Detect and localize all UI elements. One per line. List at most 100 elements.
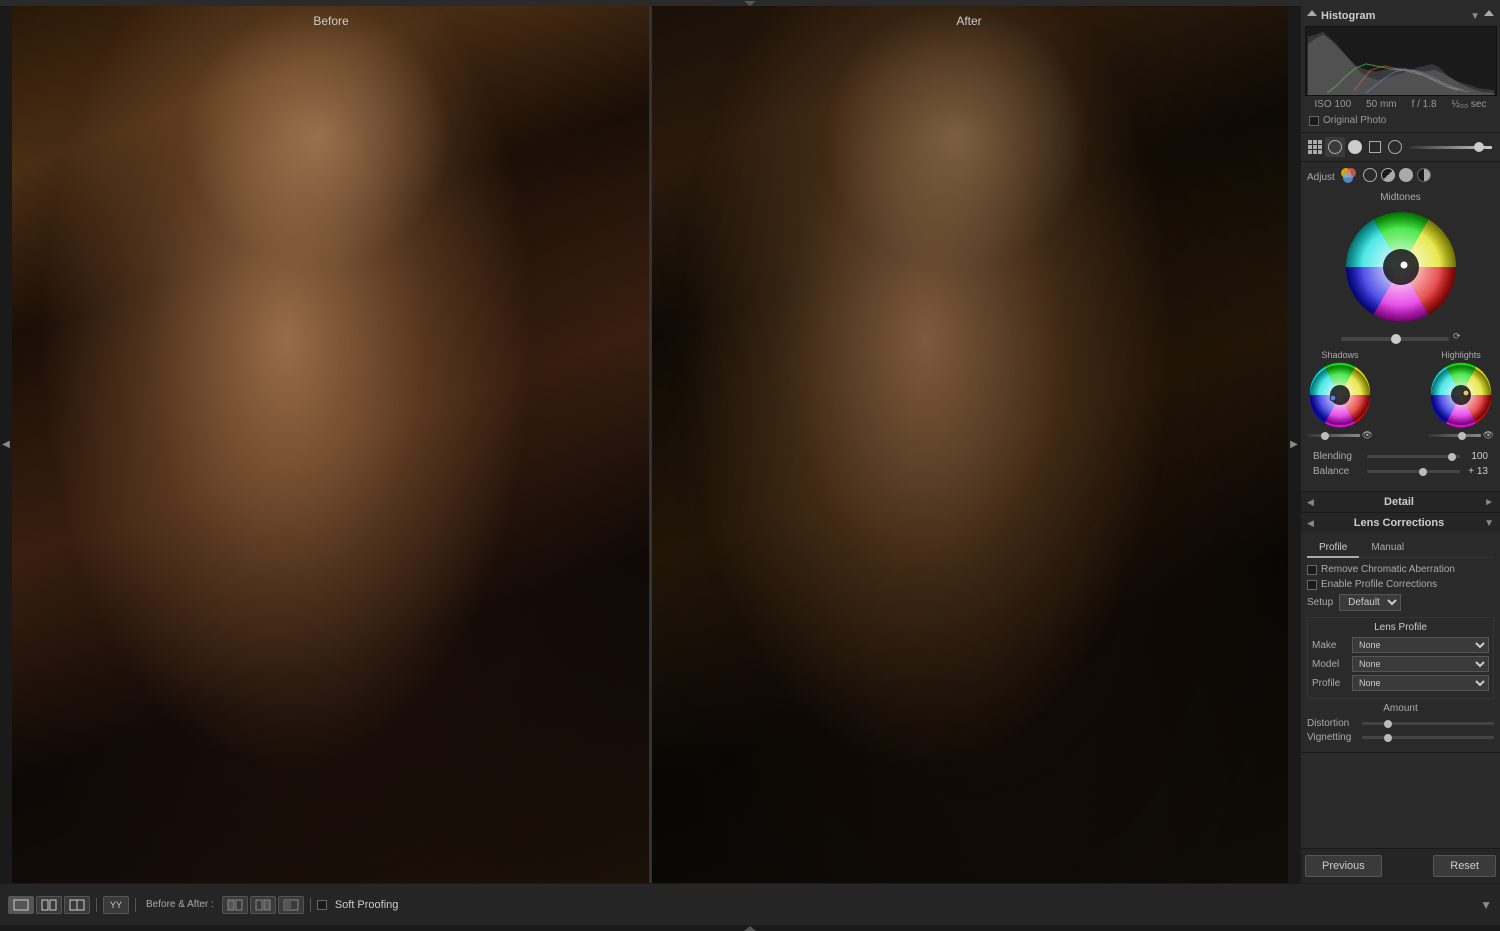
shadows-wheel-svg [1307,362,1373,428]
right-panel-scroll[interactable]: Histogram ▼ [1301,6,1500,848]
ba-split-icon [283,899,299,911]
lens-content: Profile Manual Remove Chromatic Aberrati… [1301,533,1500,752]
tab-manual[interactable]: Manual [1359,539,1416,557]
view-solo-btn[interactable] [8,896,34,914]
enable-profile-label: Enable Profile Corrections [1321,579,1437,590]
bottom-right-controls: ▼ [1480,898,1492,912]
view-compare-icon [69,899,85,911]
blending-label: Blending [1313,451,1363,462]
setup-dropdown[interactable]: Default [1339,594,1401,611]
setup-label: Setup [1307,597,1333,608]
lens-section-header[interactable]: ◀ Lens Corrections ▼ [1301,513,1500,533]
shadows-wheel[interactable] [1307,362,1373,428]
brightness-tool[interactable] [1405,137,1496,157]
main-area: ◀ Before After ▶ [0,6,1500,883]
shadows-slider[interactable] [1307,434,1360,437]
make-select[interactable]: None [1352,637,1489,653]
right-panel-toggle[interactable]: ▶ [1288,6,1300,883]
lens-chevron: ▼ [1484,518,1494,529]
blending-slider[interactable] [1367,455,1460,458]
exif-focal: 50 mm [1366,99,1397,110]
midtones-reset-icon[interactable]: ⟳ [1453,331,1461,342]
soft-proof-checkbox[interactable] [317,900,327,910]
distortion-slider[interactable] [1362,722,1494,725]
previous-button[interactable]: Previous [1305,855,1382,877]
soft-proof-row: Soft Proofing [317,899,399,911]
adjust-label: Adjust [1307,172,1335,183]
square-tool-icon[interactable] [1365,137,1385,157]
balance-slider[interactable] [1367,470,1460,473]
adj-half[interactable] [1381,168,1395,182]
photo-area: Before After [12,6,1288,883]
view-btn-group [8,896,90,914]
midtones-slider-row: ⟳ [1341,331,1461,342]
hist-arrow-top-right [1484,10,1494,16]
before-after-label: Before & After : [146,899,214,910]
detail-section: ◀ Detail ► [1301,492,1500,513]
adjust-icons [1341,168,1431,186]
hist-arrow-top-left [1307,10,1317,16]
tab-profile[interactable]: Profile [1307,539,1359,558]
reset-button[interactable]: Reset [1433,855,1496,877]
histogram-canvas [1305,26,1497,96]
highlights-eye-icon[interactable]: 👁 [1483,430,1494,441]
midtones-slider[interactable] [1341,337,1449,341]
highlights-slider-row: 👁 [1428,430,1494,441]
top-handle-arrow [744,1,756,6]
original-photo-checkbox[interactable] [1309,116,1319,126]
model-label: Model [1312,659,1352,670]
highlights-wheel-svg [1428,362,1494,428]
view-compare-btn[interactable] [64,896,90,914]
shadows-slider-row: 👁 [1307,430,1373,441]
view-grid-btn[interactable] [36,896,62,914]
small-wheels-row: Shadows [1307,350,1494,441]
enable-profile-checkbox[interactable] [1307,580,1317,590]
midtones-label: Midtones [1307,192,1494,203]
vignetting-slider[interactable] [1362,736,1494,739]
bottom-handle-arrow [744,926,756,931]
adj-outline1[interactable] [1363,168,1377,182]
left-panel-toggle[interactable]: ◀ [0,6,12,883]
view-grid-icon [41,899,57,911]
detail-section-header[interactable]: ◀ Detail ► [1301,492,1500,512]
adj-half2[interactable] [1417,168,1431,182]
blend-balance-section: Blending 100 Balance + 13 [1307,447,1494,485]
yy-button[interactable]: YY [103,896,129,914]
highlights-group: Highlights [1428,350,1494,441]
amount-label: Amount [1307,703,1494,714]
lens-collapse-left: ◀ [1307,518,1314,529]
shadows-label: Shadows [1321,350,1358,360]
ba-split-btn[interactable] [278,896,304,914]
histogram-chevron: ▼ [1470,11,1480,22]
histogram-header: Histogram ▼ [1317,10,1484,22]
ba-left-btn[interactable] [222,896,248,914]
original-photo-label: Original Photo [1323,115,1386,126]
highlights-label: Highlights [1441,350,1481,360]
view-solo-icon [13,899,29,911]
adj-filled[interactable] [1399,168,1413,182]
profile-label: Profile [1312,678,1352,689]
grid-tool-icon[interactable] [1305,137,1325,157]
photos-container [12,6,1288,883]
midtones-wheel-svg [1341,207,1461,327]
lens-tabs: Profile Manual [1307,539,1494,558]
histogram-svg [1306,27,1496,95]
color-circles-icon[interactable] [1341,168,1359,186]
setup-row: Setup Default [1307,594,1494,611]
remove-ca-checkbox[interactable] [1307,565,1317,575]
separator3 [310,898,311,912]
model-select[interactable]: None [1352,656,1489,672]
shadows-eye-icon[interactable]: 👁 [1362,430,1373,441]
circle-tool-icon[interactable] [1325,137,1345,157]
exif-aperture: f / 1.8 [1412,99,1437,110]
original-photo-row: Original Photo [1305,113,1496,128]
circle2-tool-icon[interactable] [1385,137,1405,157]
bottom-expand-icon[interactable]: ▼ [1480,898,1492,912]
midtones-wheel[interactable] [1341,207,1461,327]
highlights-wheel[interactable] [1428,362,1494,428]
ba-right-btn[interactable] [250,896,276,914]
filled-circle-tool-icon[interactable] [1345,137,1365,157]
profile-select[interactable]: None [1352,675,1489,691]
histogram-section: Histogram ▼ [1301,6,1500,133]
highlights-slider[interactable] [1428,434,1481,437]
